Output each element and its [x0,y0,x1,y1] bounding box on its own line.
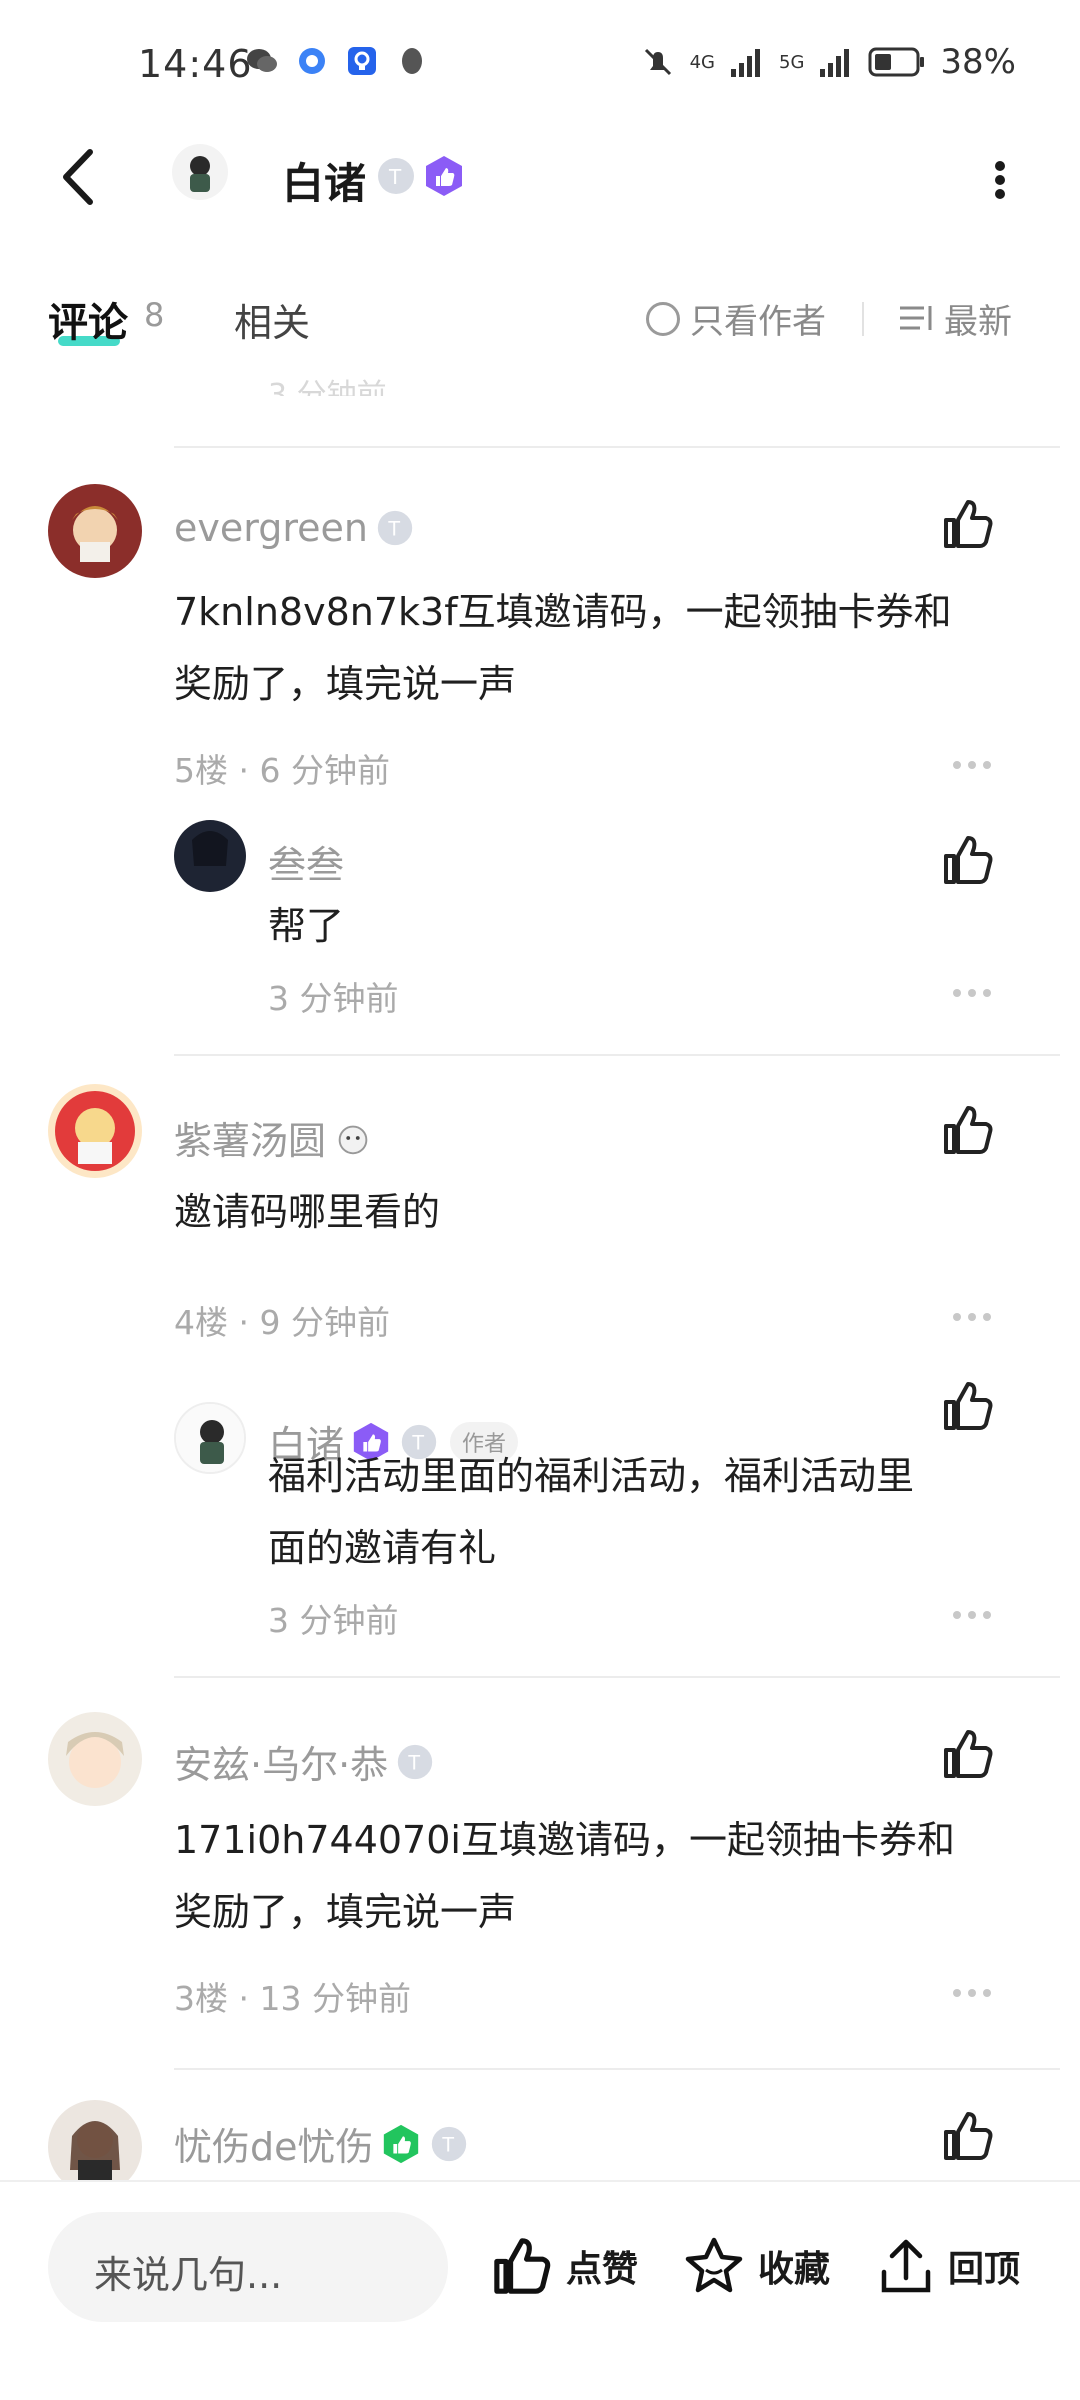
reply-text: 福利活动里面的福利活动，福利活动里 面的邀请有礼 [268,1454,915,1570]
page-title[interactable]: 白诸 [282,150,366,211]
battery-icon [868,47,925,77]
battery-percent: 38% [940,42,1016,82]
reply-username[interactable]: 叁叁 [268,834,344,889]
tab-divider [862,302,864,336]
mute-icon [644,48,671,76]
reply-text: 帮了 [268,904,345,948]
author-avatar[interactable] [172,144,228,200]
divider [174,446,1060,448]
comment-input[interactable]: 来说几句... [48,2212,448,2322]
comment-input-placeholder: 来说几句... [94,2253,283,2297]
sort-button[interactable]: 最新 [898,294,1012,343]
scrolled-meta: 3 分钟前 [268,378,387,396]
status-time: 14:46 [138,42,253,86]
like-icon[interactable] [940,832,996,888]
level-badge-icon: T [378,158,414,194]
browser-icon [299,48,325,74]
like-icon[interactable] [940,1102,996,1158]
author-badges: T [374,154,466,198]
comments-count: 8 [144,296,165,334]
svg-text:T: T [387,518,400,541]
thumb-badge-icon [383,2124,418,2163]
notification-icons [245,44,429,78]
divider [174,2068,1060,2070]
svg-text:T: T [441,2133,454,2156]
wechat-icon [247,49,277,72]
comment-username[interactable]: 忧伤de忧伤 T [174,2116,470,2171]
app-icon [348,47,376,75]
svg-text:T: T [388,165,402,189]
signal-icon [820,49,850,77]
comment-tabs: 评论 8 相关 只看作者 最新 [0,280,1080,360]
upload-arrow-icon [881,2239,931,2293]
level-badge-icon: T [377,510,413,546]
signal-icon [731,49,761,77]
avatar[interactable] [48,484,142,578]
net-label-1: 4G [689,51,716,73]
svg-text:T: T [407,1751,420,1774]
favorite-button[interactable]: 收藏 [682,2234,830,2298]
like-button[interactable]: 点赞 [490,2234,638,2298]
comment-text: 邀请码哪里看的 [174,1190,441,1234]
level-badge-icon: T [397,1744,433,1779]
divider [174,1676,1060,1678]
comment-text: 7knln8v8n7k3f互填邀请码，一起领抽卡券和 奖励了，填完说一声 [174,590,952,706]
reply-meta: 3 分钟前 [268,979,399,1018]
mascot-badge-icon [338,1125,368,1154]
divider [174,1054,1060,1056]
qq-icon [402,48,422,74]
comment-username[interactable]: 紫薯汤圆 [174,1110,374,1165]
radio-circle-icon [646,301,680,336]
sort-label: 最新 [944,302,1012,342]
post-header: 白诸 T [0,120,1080,240]
more-horizontal-icon[interactable] [952,988,992,998]
comment-username[interactable]: evergreen T [174,506,416,550]
avatar[interactable] [48,1084,142,1178]
author-only-toggle[interactable]: 只看作者 [646,294,826,343]
like-icon[interactable] [940,2108,996,2164]
comment-meta: 5楼 · 6 分钟前 [174,751,390,790]
more-horizontal-icon[interactable] [952,1988,992,1998]
star-icon [685,2237,743,2293]
sort-icon [900,305,932,330]
reply-meta: 3 分钟前 [268,1601,399,1640]
comment-meta: 4楼 · 9 分钟前 [174,1303,390,1342]
status-bar: 14:46 4G 5G 38% [0,0,1080,120]
avatar[interactable] [174,1402,246,1474]
back-arrow-icon[interactable] [52,142,102,212]
thumb-badge-icon [426,156,462,196]
like-icon[interactable] [940,1378,996,1434]
back-to-top-button[interactable]: 回顶 [876,2234,1020,2298]
like-icon [494,2238,551,2294]
comment-username[interactable]: 安兹·乌尔·恭 T [174,1734,436,1789]
tab-comments[interactable]: 评论 [48,290,128,348]
bottom-action-bar: 来说几句... 点赞 收藏 回顶 [0,2180,1080,2400]
net-label-2: 5G [779,51,805,73]
comment-meta: 3楼 · 13 分钟前 [174,1979,411,2018]
tab-related[interactable]: 相关 [234,292,310,347]
like-icon[interactable] [940,1726,996,1782]
more-horizontal-icon[interactable] [952,1312,992,1322]
like-icon[interactable] [940,496,996,552]
comment-text: 171i0h744070i互填邀请码，一起领抽卡券和 奖励了，填完说一声 [174,1818,955,1934]
author-only-label: 只看作者 [690,302,826,342]
status-right: 4G 5G 38% [640,42,1016,82]
more-horizontal-icon[interactable] [952,1610,992,1620]
avatar[interactable] [48,1712,142,1806]
more-horizontal-icon[interactable] [952,760,992,770]
more-vertical-icon[interactable] [970,152,1030,208]
avatar[interactable] [174,820,246,892]
level-badge-icon: T [431,2126,466,2161]
